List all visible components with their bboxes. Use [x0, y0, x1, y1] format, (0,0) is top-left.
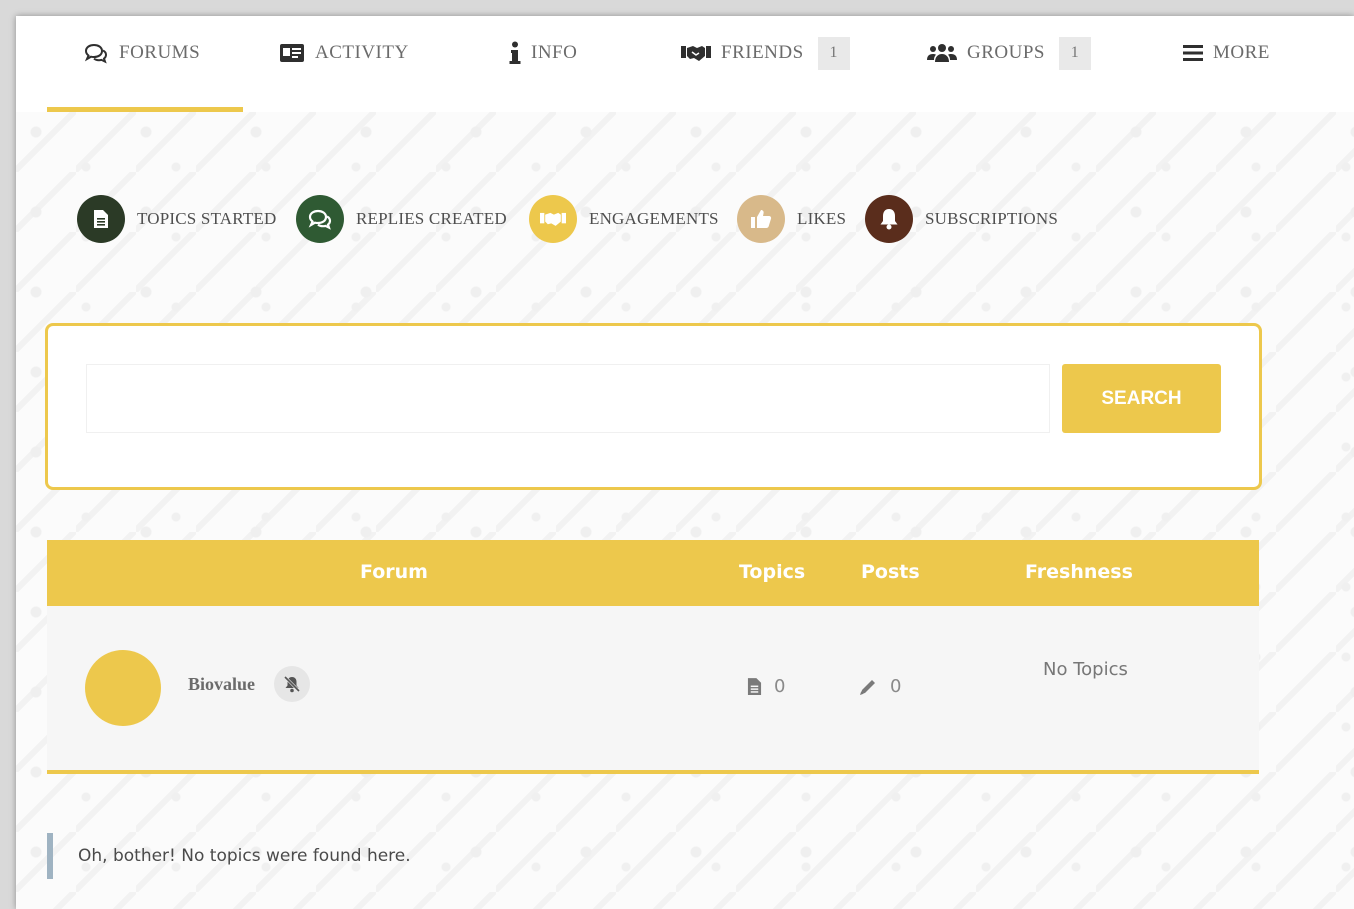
- nav-label: GROUPS: [967, 42, 1045, 63]
- subtab-label: ENGAGEMENTS: [589, 209, 719, 228]
- topics-value: 0: [774, 676, 786, 697]
- bell-slash-icon: [283, 675, 301, 693]
- active-tab-indicator: [47, 107, 243, 112]
- chat-bubbles-icon: [83, 42, 109, 64]
- id-card-icon: [279, 43, 305, 63]
- subtab-label: REPLIES CREATED: [356, 209, 507, 228]
- friends-count-badge: 1: [817, 36, 850, 70]
- forum-avatar: [85, 650, 161, 726]
- info-icon: [509, 41, 521, 65]
- nav-item-forums[interactable]: FORUMS: [83, 38, 200, 68]
- forum-search-panel: SEARCH: [45, 323, 1262, 490]
- forum-table-header: Forum Topics Posts Freshness: [47, 540, 1259, 606]
- chat-bubbles-icon: [296, 195, 344, 243]
- nav-item-groups[interactable]: GROUPS 1: [927, 36, 1091, 70]
- hamburger-icon: [1183, 44, 1203, 62]
- forum-title-link[interactable]: Biovalue: [188, 674, 255, 695]
- nav-item-friends[interactable]: FRIENDS 1: [681, 36, 850, 70]
- bell-icon: [865, 195, 913, 243]
- profile-nav: FORUMS ACTIVITY INFO FRIENDS 1 GROUPS 1 …: [16, 16, 1354, 112]
- subtab-replies-created[interactable]: REPLIES CREATED: [296, 194, 507, 244]
- document-icon: [77, 195, 125, 243]
- topics-count: 0: [747, 676, 785, 697]
- subtab-likes[interactable]: LIKES: [737, 194, 846, 244]
- posts-count: 0: [858, 676, 901, 697]
- profile-frame: FORUMS ACTIVITY INFO FRIENDS 1 GROUPS 1 …: [16, 16, 1354, 909]
- nav-label: INFO: [531, 42, 578, 63]
- nav-label: FORUMS: [119, 42, 201, 63]
- subtab-label: TOPICS STARTED: [137, 209, 277, 228]
- unsubscribe-button[interactable]: [274, 666, 310, 702]
- nav-label: MORE: [1213, 42, 1270, 63]
- forum-search-input[interactable]: [86, 364, 1050, 433]
- handshake-icon: [529, 195, 577, 243]
- header-forum: Forum: [360, 561, 428, 583]
- users-icon: [927, 43, 957, 63]
- subtab-label: LIKES: [797, 209, 847, 228]
- groups-count-badge: 1: [1058, 36, 1091, 70]
- nav-item-more[interactable]: MORE: [1183, 38, 1270, 68]
- notice-text: Oh, bother! No topics were found here.: [78, 846, 411, 866]
- header-topics: Topics: [739, 561, 806, 583]
- subtab-subscriptions[interactable]: SUBSCRIPTIONS: [865, 194, 1058, 244]
- handshake-icon: [681, 43, 711, 63]
- document-icon: [747, 678, 762, 695]
- nav-item-activity[interactable]: ACTIVITY: [279, 38, 409, 68]
- posts-value: 0: [890, 676, 902, 697]
- freshness-value: No Topics: [1043, 659, 1128, 680]
- search-button[interactable]: SEARCH: [1062, 364, 1221, 433]
- header-freshness: Freshness: [1025, 561, 1133, 583]
- subtab-label: SUBSCRIPTIONS: [925, 209, 1058, 228]
- header-posts: Posts: [861, 561, 920, 583]
- subtab-topics-started[interactable]: TOPICS STARTED: [77, 194, 276, 244]
- nav-label: FRIENDS: [721, 42, 804, 63]
- nav-item-info[interactable]: INFO: [509, 38, 577, 68]
- thumbs-up-icon: [737, 195, 785, 243]
- pencil-icon: [860, 679, 875, 695]
- nav-label: ACTIVITY: [315, 42, 409, 63]
- empty-notice: Oh, bother! No topics were found here.: [47, 833, 647, 879]
- subtab-engagements[interactable]: ENGAGEMENTS: [529, 194, 719, 244]
- table-row: Biovalue 0 0 No Topics: [47, 606, 1259, 774]
